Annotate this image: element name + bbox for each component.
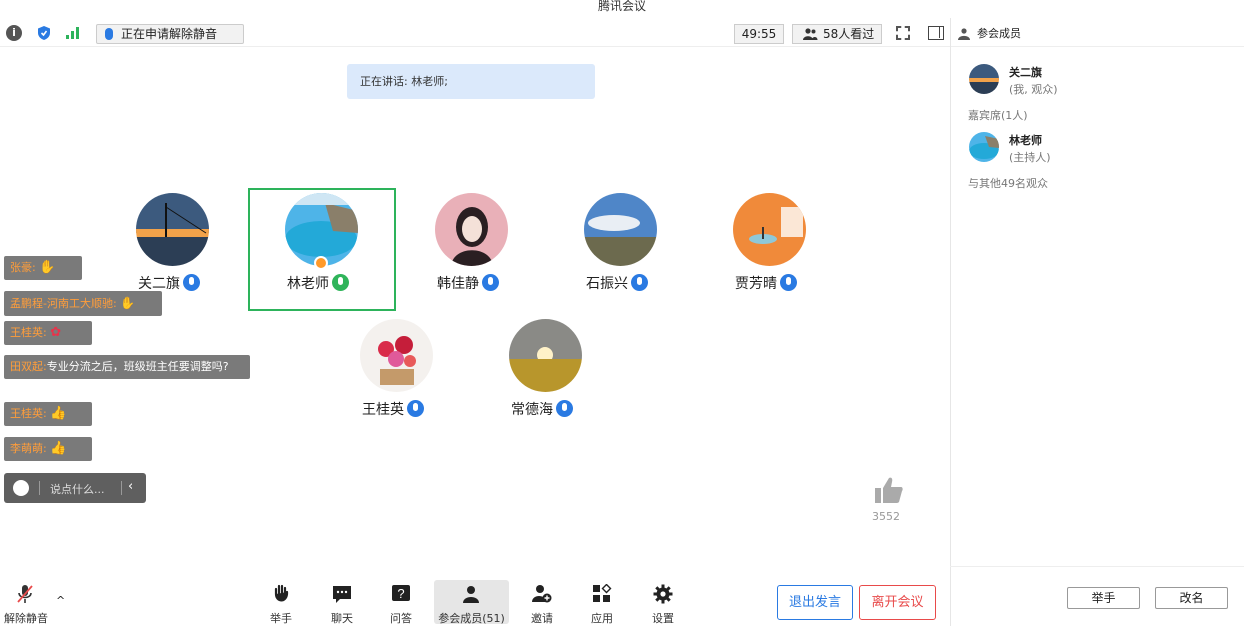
window-title: 腾讯会议 [597, 0, 646, 13]
participant-role-host: (主持人) [1009, 151, 1051, 164]
chat-input-bar[interactable]: 说点什么... ‹ [4, 473, 146, 503]
unmute-request-status[interactable]: 正在申请解除静音 [96, 24, 244, 44]
raise-hand-button[interactable]: 举手 [252, 580, 310, 625]
participant-name-me: 关二旗 [1009, 66, 1042, 79]
member-name-1: 关二旗 [138, 273, 200, 293]
audience-section-label: 与其他49名观众 [968, 177, 1048, 190]
microphone-icon [407, 400, 424, 417]
clap-emoji-icon: ✋ [39, 260, 56, 275]
microphone-icon [482, 274, 499, 291]
microphone-icon [332, 274, 349, 291]
apps-button[interactable]: 应用 [573, 580, 631, 625]
hand-icon [274, 584, 289, 602]
chat-input[interactable]: 说点什么... [50, 481, 105, 497]
members-button[interactable]: 参会成员(51) [434, 580, 509, 625]
avatar-member-7[interactable] [509, 319, 582, 392]
gear-icon [653, 584, 673, 604]
member-name-4: 石振兴 [586, 273, 648, 293]
viewer-count-label: 58人看过 [823, 27, 875, 41]
danmu-message: 王桂英: ✿ [4, 321, 92, 345]
member-name-2: 林老师 [287, 273, 349, 293]
signal-strength-icon[interactable] [66, 27, 82, 39]
member-name-5: 贾芳晴 [735, 273, 797, 293]
audio-options-chevron-icon[interactable]: ^ [56, 594, 65, 607]
rename-button[interactable]: 改名 [1155, 587, 1228, 609]
side-raise-hand-button[interactable]: 举手 [1067, 587, 1140, 609]
danmu-message: 田双起:专业分流之后，班级班主任要调整吗? [4, 355, 250, 379]
member-name-6: 王桂英 [362, 399, 424, 419]
microphone-icon [780, 274, 797, 291]
microphone-icon [631, 274, 648, 291]
member-name-3: 韩佳静 [437, 273, 499, 293]
invite-button[interactable]: 邀请 [513, 580, 571, 625]
danmu-message: 王桂英: 👍 [4, 402, 92, 426]
side-panel-footer-divider [950, 566, 1244, 567]
danmu-message: 孟鹏程-河南工大顺驰: ✋ [4, 291, 162, 316]
meeting-timer: 49:55 [734, 24, 784, 44]
avatar-member-5[interactable] [733, 193, 806, 266]
chat-bubble-icon [333, 586, 351, 603]
hand-emoji-icon: ✋ [120, 296, 136, 310]
settings-button[interactable]: 设置 [634, 580, 692, 625]
apps-grid-icon [593, 584, 612, 602]
thumb-emoji-icon: 👍 [50, 406, 67, 421]
shield-icon[interactable] [36, 25, 52, 41]
participant-avatar-host [969, 132, 999, 162]
thumbs-up-icon[interactable] [874, 476, 904, 504]
svg-text:?: ? [397, 586, 404, 601]
info-icon[interactable]: i [6, 25, 22, 41]
side-panel-header: 参会成员 [951, 22, 1244, 46]
unmute-button[interactable]: 解除静音 [0, 580, 52, 625]
exit-speaking-button[interactable]: 退出发言 [777, 585, 853, 620]
thumb-emoji-icon: 👍 [50, 441, 67, 456]
member-name-7: 常德海 [511, 399, 573, 419]
person-icon [463, 586, 479, 603]
people-icon [803, 28, 818, 40]
collapse-chevron-icon[interactable]: ‹ [128, 479, 133, 494]
participant-avatar-me [969, 64, 999, 94]
participant-name-host: 林老师 [1009, 134, 1042, 147]
add-person-icon [532, 585, 552, 603]
emoji-icon[interactable] [13, 480, 29, 496]
leave-meeting-button[interactable]: 离开会议 [859, 585, 936, 620]
microphone-icon [556, 400, 573, 417]
window-title-bar: 腾讯会议 [0, 0, 1244, 18]
avatar-member-6[interactable] [360, 319, 433, 392]
microphone-icon [183, 274, 200, 291]
danmu-message: 李萌萌: 👍 [4, 437, 92, 461]
avatar-member-4[interactable] [584, 193, 657, 266]
host-badge-icon [314, 256, 328, 270]
participant-role-me: (我, 观众) [1009, 83, 1058, 96]
toolbar-divider [0, 46, 950, 47]
microphone-icon [105, 28, 113, 40]
fullscreen-icon[interactable] [896, 26, 910, 40]
danmu-message: 张豪: ✋ [4, 256, 82, 280]
like-count: 3552 [872, 510, 900, 523]
meeting-toolbar: i 正在申请解除静音 49:55 58人看过 [0, 22, 950, 46]
avatar-member-3[interactable] [435, 193, 508, 266]
side-panel-title: 参会成员 [977, 27, 1021, 40]
chat-button[interactable]: 聊天 [313, 580, 371, 625]
question-icon: ? [392, 585, 410, 601]
speaking-indicator: 正在讲话: 林老师; [347, 64, 595, 99]
guest-section-label: 嘉宾席(1人) [968, 109, 1028, 122]
qa-button[interactable]: ? 问答 [372, 580, 430, 625]
avatar-member-1[interactable] [136, 193, 209, 266]
flower-emoji-icon: ✿ [50, 325, 62, 340]
viewer-count-button[interactable]: 58人看过 [792, 24, 882, 44]
person-icon [958, 28, 970, 40]
toggle-side-panel-icon[interactable] [928, 26, 944, 40]
unmute-request-label: 正在申请解除静音 [121, 27, 218, 41]
muted-microphone-icon [17, 585, 33, 603]
